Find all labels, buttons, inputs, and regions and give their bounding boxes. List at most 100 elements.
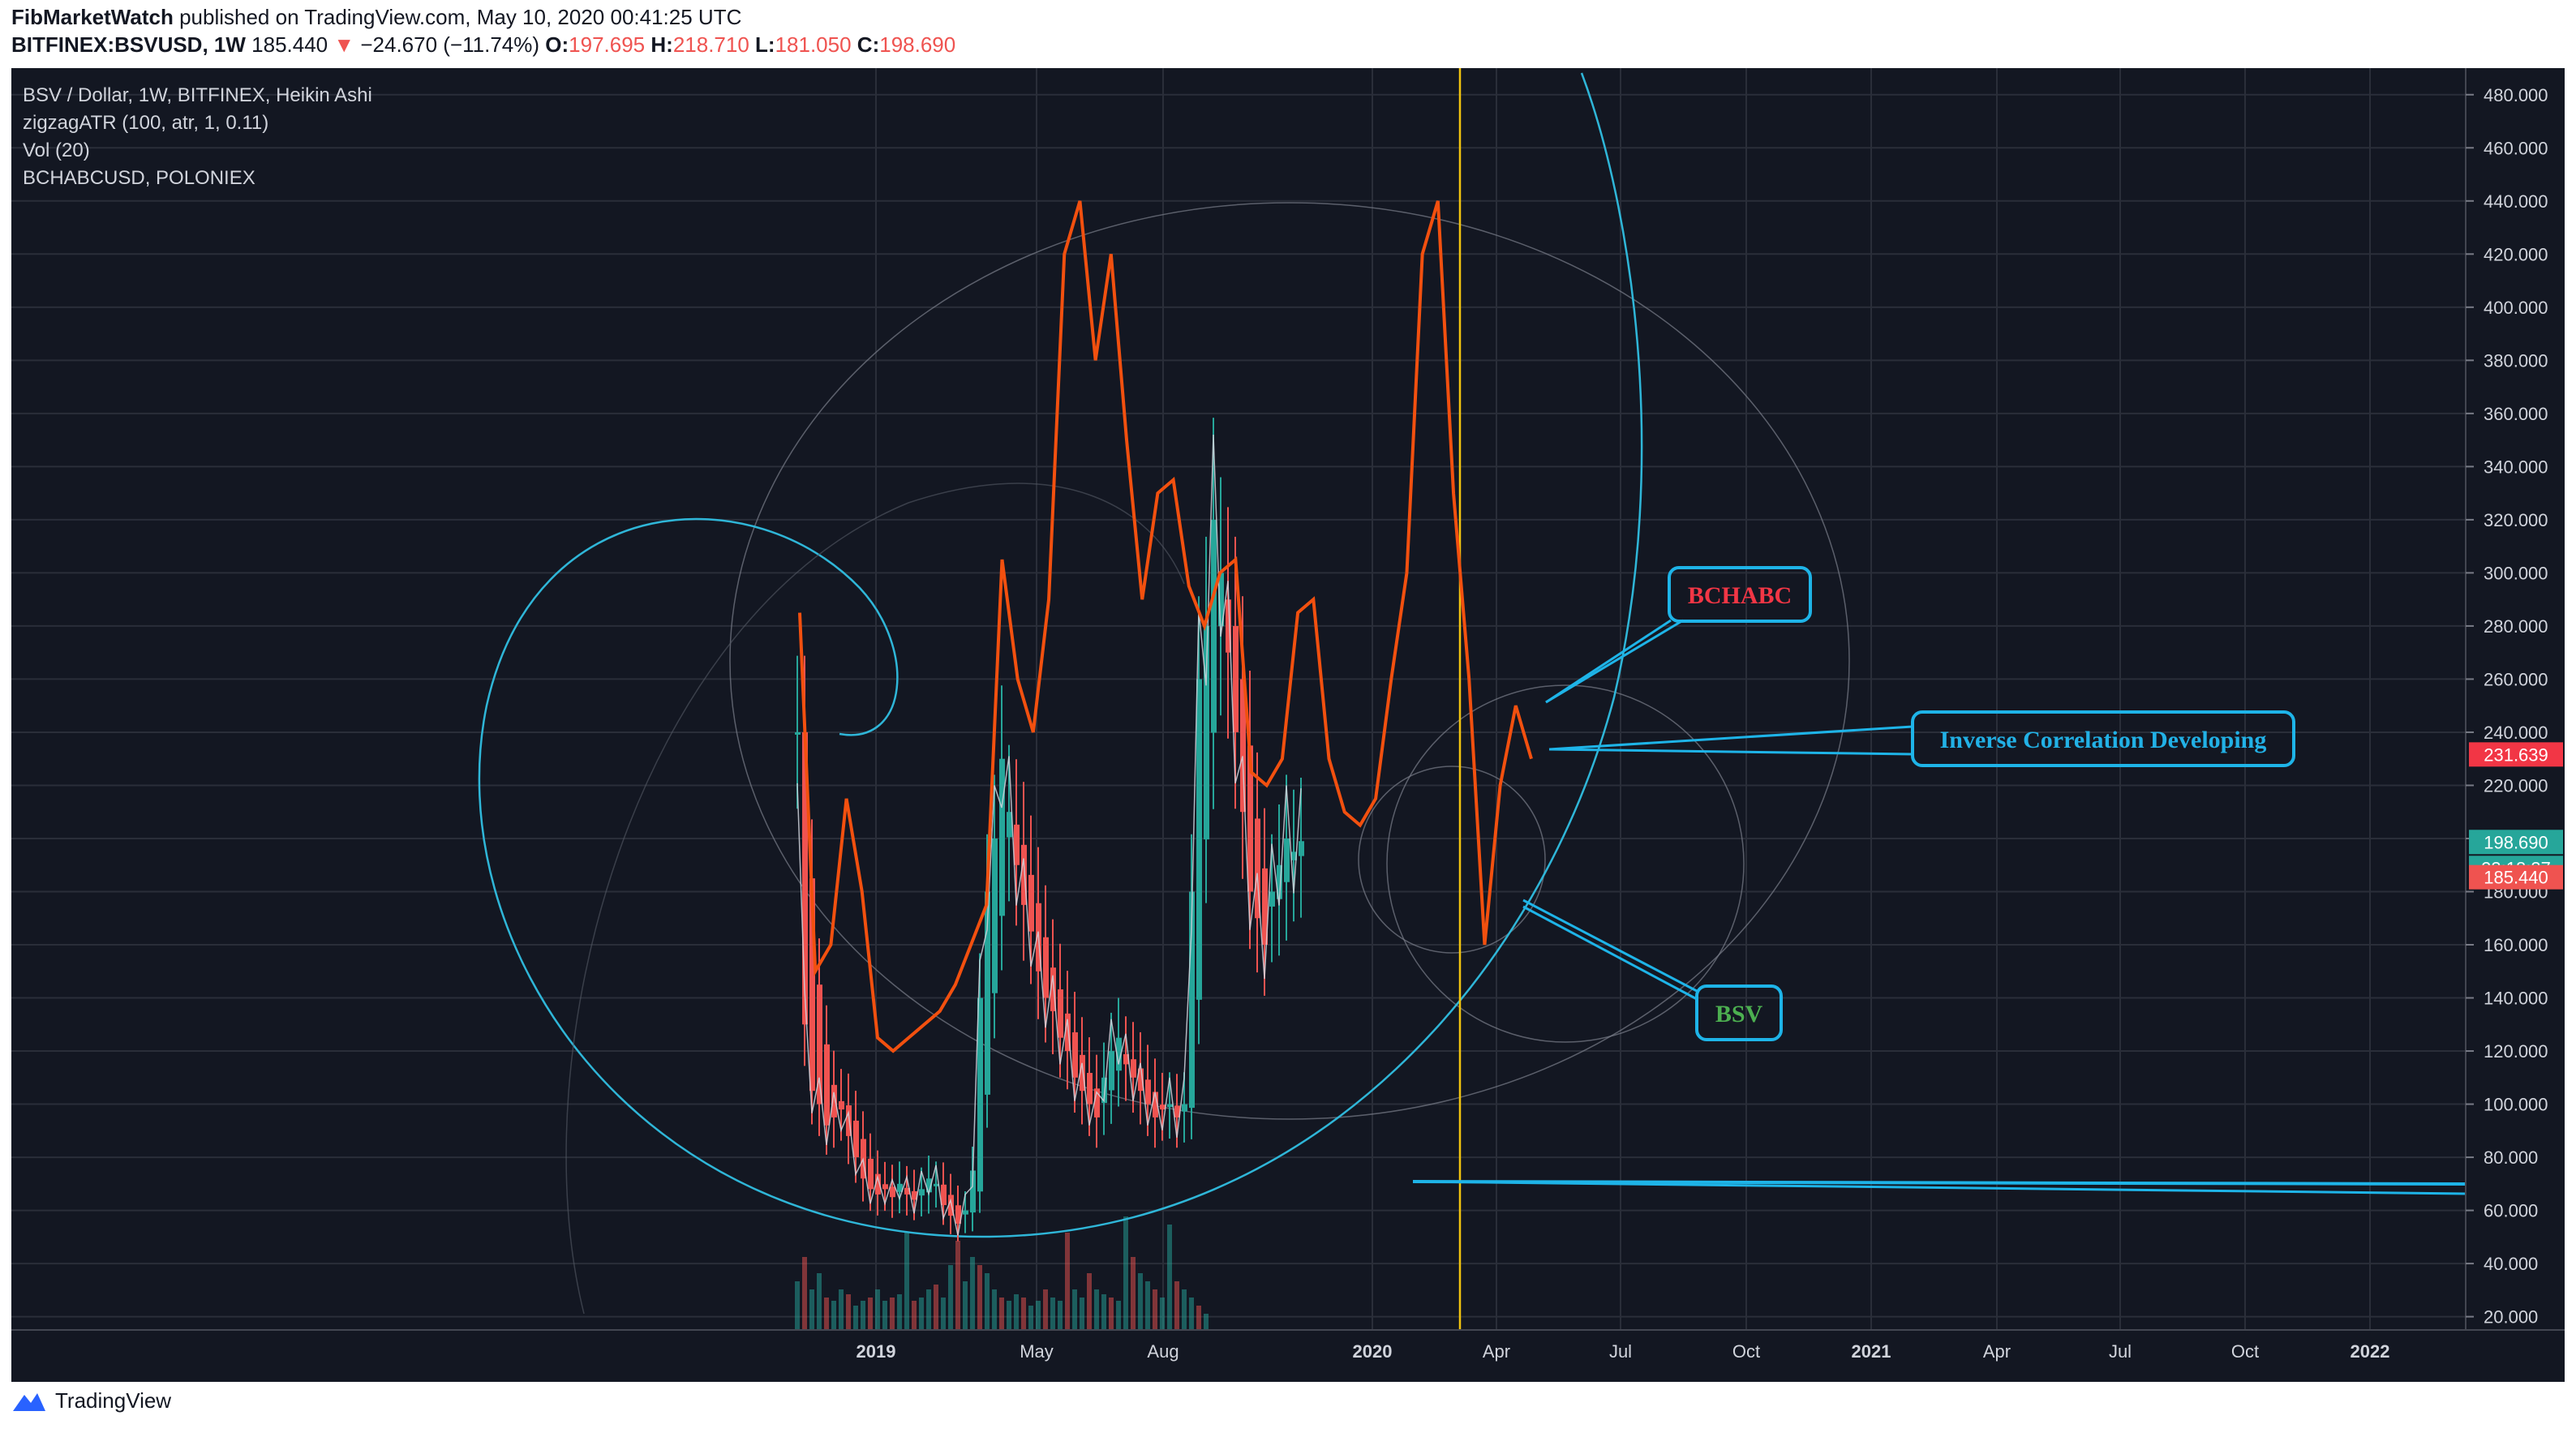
low-value: 181.050	[775, 32, 852, 57]
price-tick-label: 400.000	[2484, 298, 2548, 318]
volume-bar	[1036, 1301, 1041, 1330]
candle-body	[839, 1100, 844, 1110]
price-tick-label: 220.000	[2484, 775, 2548, 796]
ohlc-header: BITFINEX:BSVUSD, 1W 185.440 ▼ −24.670 (−…	[11, 32, 955, 58]
candle-body	[868, 1158, 874, 1190]
volume-bar	[1196, 1306, 1201, 1330]
price-tick-label: 420.000	[2484, 244, 2548, 264]
price-tick-label: 120.000	[2484, 1041, 2548, 1062]
low-label: L:	[755, 32, 775, 57]
volume-bar	[1167, 1225, 1172, 1330]
volume-bar	[1109, 1298, 1114, 1330]
price-tick-label: 20.000	[2484, 1307, 2538, 1328]
candle-body	[963, 1210, 968, 1215]
legend-zigzag[interactable]: zigzagATR (100, atr, 1, 0.11)	[23, 112, 268, 135]
price-tick-label: 360.000	[2484, 404, 2548, 424]
volume-bar	[890, 1298, 895, 1330]
price-tick-label: 240.000	[2484, 723, 2548, 743]
volume-bar	[1072, 1289, 1077, 1330]
candle-body	[941, 1184, 947, 1206]
volume-bar	[802, 1257, 807, 1330]
annotation-bsv-label: BSV	[1715, 1001, 1763, 1027]
volume-bar	[941, 1298, 946, 1330]
volume-bar	[1050, 1298, 1055, 1330]
legend-main-series[interactable]: BSV / Dollar, 1W, BITFINEX, Heikin Ashi	[23, 84, 372, 107]
volume-bar	[1153, 1289, 1157, 1330]
close-value: 198.690	[879, 32, 956, 57]
volume-bar	[1007, 1301, 1011, 1330]
volume-bar	[1043, 1289, 1048, 1330]
volume-bar	[1116, 1301, 1121, 1330]
volume-bar	[970, 1257, 975, 1330]
time-tick-label: 2019	[857, 1341, 896, 1362]
volume-bar	[868, 1298, 873, 1330]
candle-body	[1131, 1059, 1136, 1078]
volume-bar	[1182, 1289, 1187, 1330]
volume-bar	[985, 1273, 990, 1330]
price-tick-label: 160.000	[2484, 935, 2548, 955]
time-tick-label: May	[1020, 1341, 1054, 1362]
volume-bar	[1101, 1294, 1106, 1330]
high-label: H:	[650, 32, 673, 57]
volume-bar	[1189, 1298, 1194, 1330]
candle-body	[919, 1189, 925, 1196]
volume-bar	[839, 1289, 844, 1330]
candle-body	[992, 838, 998, 993]
price-tick-label: 300.000	[2484, 563, 2548, 583]
candle-body	[1269, 891, 1275, 907]
candle-body	[1284, 838, 1290, 882]
chart-canvas[interactable]: BCHABC Inverse Correlation Developing BSV …	[0, 0, 2576, 1437]
volume-bar	[817, 1273, 822, 1330]
time-tick-label: Apr	[1483, 1341, 1510, 1362]
volume-bar	[1145, 1281, 1150, 1330]
volume-bar	[1021, 1298, 1026, 1330]
volume-bar	[1131, 1257, 1136, 1330]
symbol-label: BITFINEX:BSVUSD, 1W	[11, 32, 246, 57]
legend-volume[interactable]: Vol (20)	[23, 139, 90, 162]
volume-bar	[1174, 1281, 1179, 1330]
time-tick-label: 2021	[1852, 1341, 1891, 1362]
candle-body	[1211, 519, 1217, 733]
price-tick-label: 480.000	[2484, 85, 2548, 105]
price-tick-label: 40.000	[2484, 1254, 2538, 1274]
candle-body	[882, 1184, 888, 1190]
footer-brand[interactable]: TradingView	[55, 1388, 171, 1413]
volume-bar	[875, 1289, 880, 1330]
volume-bar	[1204, 1314, 1209, 1330]
volume-bar	[1080, 1298, 1084, 1330]
volume-bar	[963, 1281, 968, 1330]
chart-stage: BCHABC Inverse Correlation Developing BSV …	[0, 0, 2576, 1437]
price-tick-label: 100.000	[2484, 1095, 2548, 1115]
volume-bar	[977, 1265, 982, 1330]
candle-body	[1087, 1073, 1093, 1105]
annotation-inverse-label: Inverse Correlation Developing	[1940, 727, 2267, 753]
volume-bar	[1065, 1233, 1070, 1330]
candle-body	[1233, 625, 1239, 732]
volume-bar	[1014, 1294, 1019, 1330]
time-tick-label: Jul	[2109, 1341, 2132, 1362]
candle-body	[795, 731, 801, 735]
volume-bar	[934, 1285, 938, 1330]
annotation-bchabc-label: BCHABC	[1688, 582, 1792, 609]
volume-bar	[948, 1265, 953, 1330]
publish-text: published on TradingView.com, May 10, 20…	[179, 5, 742, 29]
volume-bar	[1028, 1306, 1033, 1330]
legend-bchabc[interactable]: BCHABCUSD, POLONIEX	[23, 167, 255, 190]
change-value: −24.670 (−11.74%)	[360, 32, 540, 57]
candle-body	[1109, 1051, 1114, 1091]
volume-bar	[853, 1306, 858, 1330]
candle-body	[1043, 937, 1049, 998]
time-axis[interactable]: 2019 May Aug 2020 Apr Jul Oct 2021 Apr Jul Oct 2022	[11, 1329, 2565, 1382]
last-price: 185.440	[251, 32, 328, 57]
author-name[interactable]: FibMarketWatch	[11, 5, 174, 29]
candle-body	[1167, 1104, 1173, 1108]
volume-bar	[919, 1298, 924, 1330]
change-down-icon: ▼	[333, 32, 355, 57]
tradingview-logo-icon[interactable]	[11, 1390, 47, 1413]
open-value: 197.695	[569, 32, 646, 57]
volume-bar	[912, 1301, 917, 1330]
candle-body	[1014, 824, 1020, 865]
candle-body	[1145, 1079, 1151, 1105]
price-axis[interactable]: 480.000 460.000 440.000 420.000 400.000 380.0…	[2465, 68, 2565, 1330]
time-tick-label: 2022	[2351, 1341, 2390, 1362]
